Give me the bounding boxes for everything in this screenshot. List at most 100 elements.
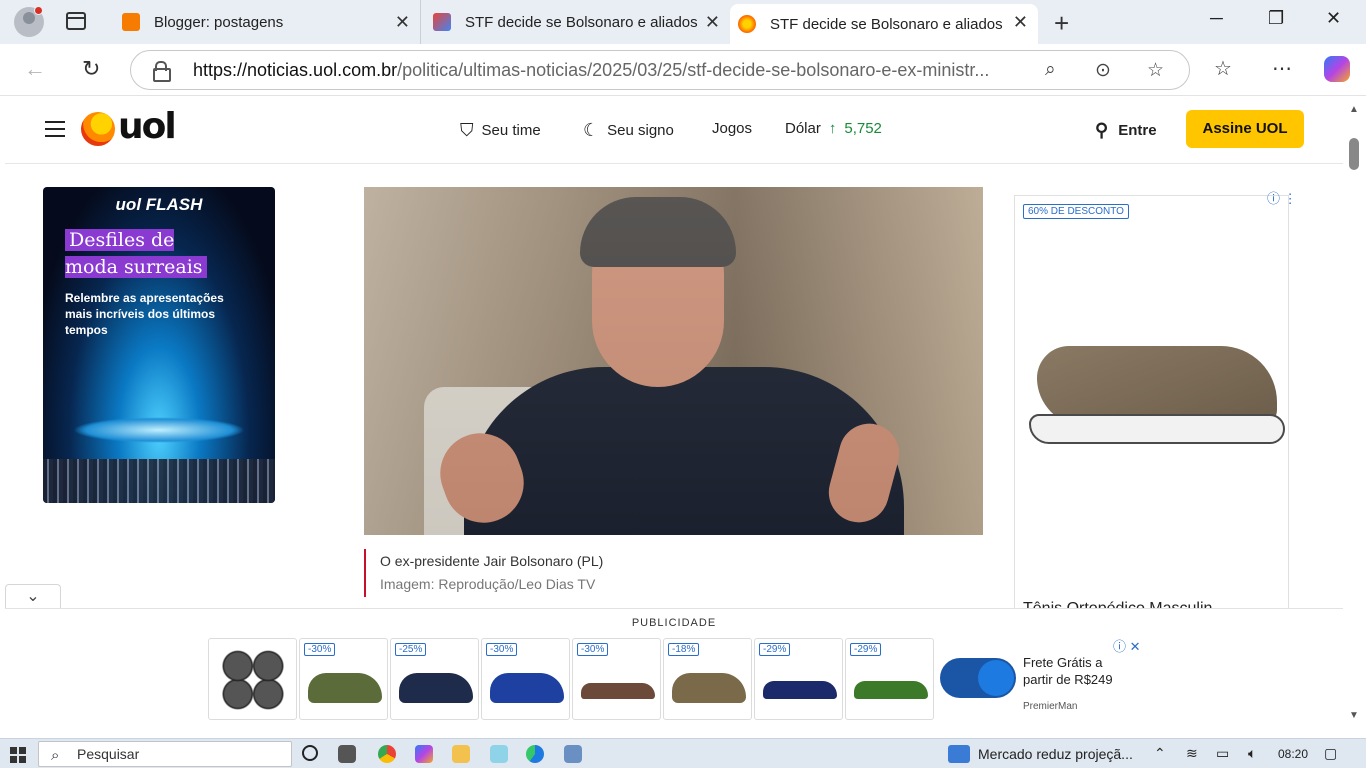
shoe-image (490, 673, 564, 703)
tab-bar: Blogger: postagens ✕ STF decide se Bolso… (0, 0, 1366, 44)
favorites-icon[interactable]: ☆ (1214, 56, 1232, 81)
close-tab-icon[interactable]: ✕ (1013, 12, 1028, 33)
battery-icon[interactable]: ▭ (1216, 745, 1229, 762)
address-bar[interactable]: https://noticias.uol.com.br/politica/ult… (130, 50, 1190, 90)
tray-chevron-icon[interactable]: ⌃ (1154, 745, 1166, 762)
new-tab-icon[interactable]: + (1054, 8, 1069, 39)
taskbar-news[interactable]: Mercado reduz projeçã... (948, 745, 1133, 763)
sandal-image (763, 681, 837, 699)
lock-icon[interactable] (153, 61, 171, 82)
wifi-icon[interactable]: ≋ (1186, 745, 1198, 762)
notification-dot (34, 6, 43, 15)
nav-label: Dólar (785, 120, 821, 137)
uol-flash-ad[interactable]: uol FLASH Desfiles de moda surreais Rele… (43, 187, 275, 503)
nav-dolar[interactable]: Dólar ↑ 5,752 (785, 120, 882, 137)
chrome-icon[interactable] (378, 745, 396, 763)
collapse-ad-button[interactable]: ⌄ (5, 584, 61, 610)
ad-label: PUBLICIDADE (631, 617, 717, 629)
shoe-image (308, 673, 382, 703)
discount-badge: -30% (304, 643, 336, 656)
ad-product[interactable]: -30% (481, 638, 570, 720)
refresh-icon[interactable]: ↻ (82, 56, 100, 82)
restore-icon[interactable]: ❐ (1268, 8, 1284, 29)
calculator-icon[interactable] (564, 745, 582, 763)
favorite-star-icon[interactable]: ☆ (1147, 59, 1164, 82)
gmail-favicon-icon (433, 13, 451, 31)
user-icon: ⚲ (1095, 120, 1109, 140)
file-explorer-icon[interactable] (452, 745, 470, 763)
ad-info-icon[interactable]: ⓘ ⋮ (1267, 188, 1297, 207)
windows-start-icon[interactable] (10, 747, 26, 763)
ad-product[interactable]: -25% (390, 638, 479, 720)
scroll-thumb[interactable] (1349, 138, 1359, 170)
page-scrollbar[interactable]: ▲ ▼ (1343, 96, 1366, 736)
nav-label: Jogos (712, 120, 753, 137)
notifications-icon[interactable]: ▢ (1324, 745, 1337, 762)
ad-product[interactable]: -30% (572, 638, 661, 720)
ad-product[interactable]: -30% (299, 638, 388, 720)
subscribe-button[interactable]: Assine UOL (1186, 110, 1304, 148)
moon-icon: ☾ (583, 120, 600, 140)
url-text[interactable]: https://noticias.uol.com.br/politica/ult… (193, 60, 1023, 81)
tab-title: STF decide se Bolsonaro e aliados (465, 13, 698, 31)
sandal-image (854, 681, 928, 699)
sandal-image (581, 683, 655, 699)
more-page-icon[interactable]: ⊙ (1095, 59, 1111, 82)
nav-label: Seu time (481, 122, 541, 139)
shoe-sole (1029, 414, 1285, 444)
zoom-icon[interactable]: ⌕ (1045, 59, 1056, 81)
nav-jogos[interactable]: Jogos (712, 120, 752, 137)
widgets-icon[interactable] (338, 745, 356, 763)
dolar-value: 5,752 (844, 120, 882, 137)
shield-icon: ⛉ (460, 120, 474, 140)
flash-logo: uol FLASH (115, 195, 203, 214)
navigation-bar: ← ↻ https://noticias.uol.com.br/politica… (0, 44, 1366, 96)
tab-title: Blogger: postagens (154, 13, 284, 31)
hamburger-menu-icon[interactable] (45, 121, 65, 137)
discount-badge: -30% (577, 643, 609, 656)
discount-badge: -18% (668, 643, 700, 656)
right-shoe-ad[interactable]: 60% DE DESCONTO Tênis Ortopédico Masculi… (1014, 195, 1289, 625)
scroll-down-icon[interactable]: ▼ (1349, 710, 1359, 721)
clock[interactable]: 08:20 (1278, 747, 1308, 761)
ad-products: -30% -25% -30% -30% -18% -29% -29% (208, 638, 934, 720)
windows-taskbar: ⌕ Pesquisar Mercado reduz projeçã... ⌃ ≋… (0, 738, 1366, 768)
back-icon[interactable]: ← (24, 56, 46, 82)
taskbar-search[interactable]: ⌕ Pesquisar (38, 741, 292, 767)
tab-actions-icon[interactable] (66, 12, 86, 30)
menu-dots-icon[interactable]: ⋯ (1272, 56, 1292, 81)
close-tab-icon[interactable]: ✕ (395, 12, 410, 33)
copilot-icon[interactable] (1324, 56, 1350, 82)
ad-product[interactable]: -18% (663, 638, 752, 720)
close-window-icon[interactable]: ✕ (1326, 8, 1341, 29)
close-tab-icon[interactable]: ✕ (705, 12, 720, 33)
flash-subtext: Relembre as apresentações mais incríveis… (65, 291, 224, 337)
uol-logo-icon[interactable] (81, 112, 115, 146)
ad-close-icon[interactable]: ⓘ ✕ (1113, 636, 1141, 655)
notepad-icon[interactable] (490, 745, 508, 763)
ad-product[interactable] (208, 638, 297, 720)
offer-text: Frete Grátis a partir de R$249 (1023, 655, 1113, 687)
ad-brand: PremierMan (1023, 701, 1078, 712)
copilot-app-icon[interactable] (415, 745, 433, 763)
photo-caption: O ex-presidente Jair Bolsonaro (PL) Imag… (364, 549, 964, 597)
ad-product[interactable]: -29% (754, 638, 843, 720)
edge-icon[interactable] (526, 745, 544, 763)
flash-headline: Desfiles de moda surreais (65, 227, 225, 281)
uol-logo[interactable]: uol (118, 106, 177, 147)
ad-product[interactable]: -29% (845, 638, 934, 720)
tab-uol-active[interactable]: STF decide se Bolsonaro e aliados ✕ (730, 4, 1038, 44)
bottom-ad-banner[interactable]: PUBLICIDADE -30% -25% -30% -30% -18% -29… (5, 608, 1343, 736)
dolar-trend-icon: ↑ (828, 120, 837, 137)
tab-blogger[interactable]: Blogger: postagens ✕ (110, 0, 420, 44)
nav-seu-signo[interactable]: ☾ Seu signo (583, 120, 674, 141)
login-label: Entre (1118, 122, 1157, 139)
task-view-icon[interactable] (302, 745, 318, 761)
volume-icon[interactable]: 🔈︎ (1248, 745, 1256, 762)
nav-seu-time[interactable]: ⛉ Seu time (460, 120, 541, 141)
login-link[interactable]: ⚲ Entre (1095, 120, 1157, 141)
stage-graphic (73, 417, 245, 443)
scroll-up-icon[interactable]: ▲ (1349, 104, 1359, 115)
minimize-icon[interactable]: ─ (1210, 8, 1223, 29)
tab-gmail[interactable]: STF decide se Bolsonaro e aliados ✕ (420, 0, 730, 44)
